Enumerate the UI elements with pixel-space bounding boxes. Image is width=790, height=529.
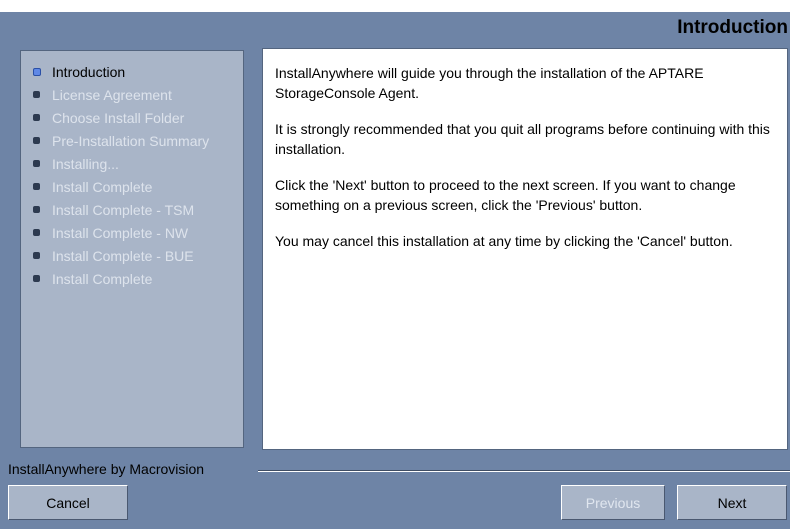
step-bullet-icon — [33, 68, 41, 76]
installer-window: Introduction Introduction License Agreem… — [0, 0, 790, 529]
page-title: Introduction — [677, 17, 788, 38]
previous-button[interactable]: Previous — [561, 485, 665, 520]
step-bullet-icon — [33, 275, 40, 282]
step-bullet-icon — [33, 91, 40, 98]
intro-paragraph: InstallAnywhere will guide you through t… — [275, 65, 704, 101]
step-label: Choose Install Folder — [52, 110, 185, 126]
step-item-introduction: Introduction — [31, 64, 209, 87]
step-bullet-icon — [33, 183, 40, 190]
step-bullet-icon — [33, 137, 40, 144]
steps-list: Introduction License Agreement Choose In… — [31, 64, 209, 294]
cropped-caption — [0, 0, 790, 12]
step-item-install-complete-bue: Install Complete - BUE — [31, 248, 209, 271]
step-bullet-icon — [33, 229, 40, 236]
step-label: License Agreement — [52, 87, 172, 103]
step-bullet-icon — [33, 206, 40, 213]
step-item-pre-installation-summary: Pre-Installation Summary — [31, 133, 209, 156]
step-item-installing: Installing... — [31, 156, 209, 179]
step-item-install-complete: Install Complete — [31, 179, 209, 202]
step-label: Install Complete - TSM — [52, 202, 195, 218]
step-item-choose-install-folder: Choose Install Folder — [31, 110, 209, 133]
step-label: Installing... — [52, 156, 119, 172]
footer-divider — [258, 470, 790, 472]
step-item-license-agreement: License Agreement — [31, 87, 209, 110]
steps-sidebar: Introduction License Agreement Choose In… — [20, 50, 244, 448]
step-item-install-complete-nw: Install Complete - NW — [31, 225, 209, 248]
cancel-info-paragraph: You may cancel this installation at any … — [275, 233, 733, 249]
step-label: Install Complete — [52, 179, 153, 195]
step-label: Pre-Installation Summary — [52, 133, 210, 149]
navigation-paragraph: Click the 'Next' button to proceed to th… — [275, 177, 736, 213]
step-bullet-icon — [33, 114, 40, 121]
step-label: Install Complete - NW — [52, 225, 189, 241]
quit-programs-paragraph: It is strongly recommended that you quit… — [275, 121, 770, 157]
step-item-install-complete-tsm: Install Complete - TSM — [31, 202, 209, 225]
cancel-button[interactable]: Cancel — [8, 485, 128, 520]
step-label: Introduction — [52, 64, 126, 80]
step-label: Install Complete - BUE — [52, 248, 194, 264]
content-panel: InstallAnywhere will guide you through t… — [262, 48, 788, 450]
step-label: Install Complete — [52, 271, 153, 287]
header-bar: Introduction — [0, 12, 790, 46]
brand-label: InstallAnywhere by Macrovision — [8, 461, 205, 477]
step-bullet-icon — [33, 252, 40, 259]
step-item-install-complete-final: Install Complete — [31, 271, 209, 294]
step-bullet-icon — [33, 160, 40, 167]
next-button[interactable]: Next — [677, 485, 787, 520]
